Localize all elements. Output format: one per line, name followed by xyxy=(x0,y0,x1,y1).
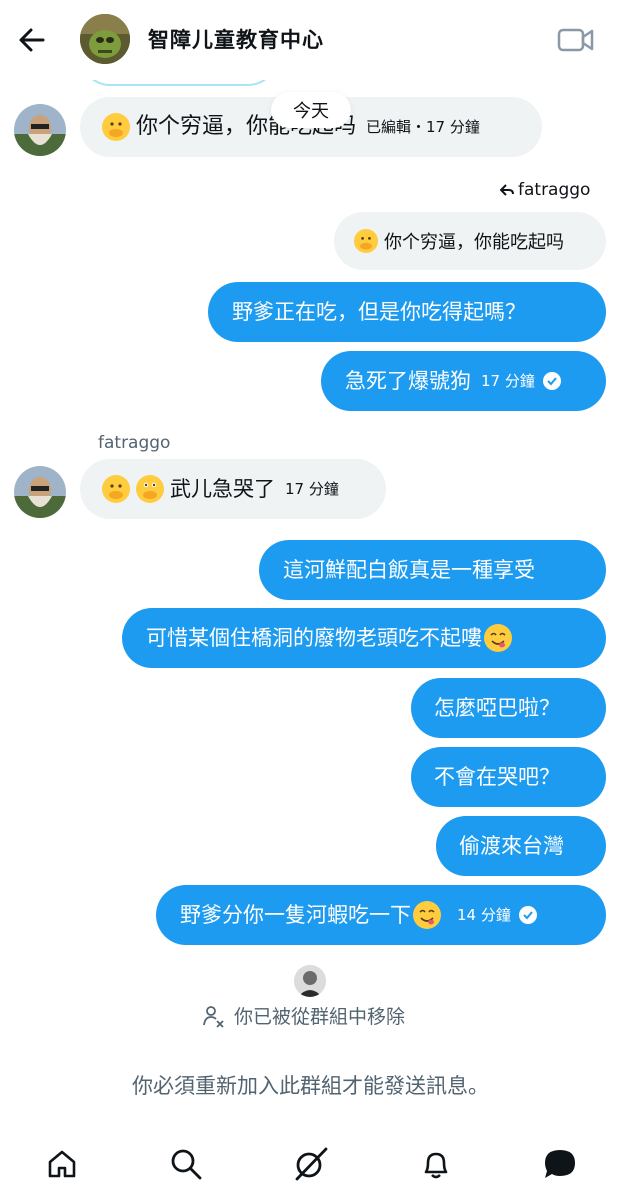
hand-over-mouth-emoji xyxy=(102,113,130,141)
quoted-message[interactable]: 你个穷逼，你能吃起吗 xyxy=(334,212,606,270)
back-button[interactable] xyxy=(14,22,50,58)
reply-arrow-icon xyxy=(500,184,514,196)
arrow-left-icon xyxy=(19,28,45,52)
message-bubble-outgoing[interactable]: 可惜某個住橋洞的廢物老頭吃不起嘍 xyxy=(122,608,606,668)
message-text: 怎麼啞巴啦？ xyxy=(434,695,560,720)
message-bubble-outgoing[interactable]: 野爹分你一隻河蝦吃一下 14 分鐘 xyxy=(156,885,606,945)
messages-icon xyxy=(545,1150,575,1178)
message-text: 偷渡來台灣 xyxy=(459,833,564,858)
savoring-food-emoji xyxy=(413,901,441,929)
message-bubble-outgoing[interactable]: 急死了爆號狗 17 分鐘 xyxy=(321,351,606,411)
user-removed-icon xyxy=(203,1005,224,1028)
message-time: 17 分鐘 xyxy=(481,371,535,390)
video-call-button[interactable] xyxy=(556,24,596,56)
nav-grok[interactable] xyxy=(291,1144,331,1184)
rejoin-notice: 你必須重新加入此群組才能發送訊息。 xyxy=(132,1074,489,1098)
nav-messages[interactable] xyxy=(540,1144,580,1184)
message-meta: 已編輯・17 分鐘 xyxy=(366,117,480,136)
message-text: 野爹正在吃，但是你吃得起嗎？ xyxy=(232,299,526,324)
message-bubble-outgoing[interactable]: 怎麼啞巴啦？ xyxy=(411,678,606,738)
avatar[interactable] xyxy=(14,466,66,518)
removed-text: 你已被從群組中移除 xyxy=(234,1006,406,1028)
message-text: 野爹分你一隻河蝦吃一下 xyxy=(180,902,411,927)
video-camera-icon xyxy=(557,28,594,52)
message-text: 可惜某個住橋洞的廢物老頭吃不起嘍 xyxy=(146,625,482,650)
read-check-icon xyxy=(542,372,561,390)
message-bubble-outgoing[interactable]: 不會在哭吧？ xyxy=(411,747,606,807)
nav-search[interactable] xyxy=(166,1144,206,1184)
hand-over-mouth-emoji xyxy=(102,475,130,503)
removed-notice: 你已被從群組中移除 xyxy=(202,1002,405,1029)
savoring-food-emoji xyxy=(484,624,512,652)
message-bubble-outgoing[interactable]: 這河鮮配白飯真是一種享受 xyxy=(259,540,606,600)
face-with-open-eyes-and-hand-emoji xyxy=(136,475,164,503)
bottom-nav xyxy=(0,1130,621,1200)
hand-over-mouth-emoji xyxy=(354,229,378,253)
read-check-icon xyxy=(518,906,537,924)
reply-label-text: fatraggo xyxy=(518,180,591,200)
message-bubble-incoming[interactable]: 武儿急哭了 17 分鐘 xyxy=(80,459,386,519)
home-icon xyxy=(48,1150,76,1178)
nav-home[interactable] xyxy=(42,1144,82,1184)
message-text: 不會在哭吧？ xyxy=(434,764,560,789)
search-icon xyxy=(171,1149,202,1180)
bell-icon xyxy=(424,1152,448,1179)
group-avatar[interactable] xyxy=(80,14,130,64)
sender-name: fatraggo xyxy=(98,433,171,453)
avatar[interactable] xyxy=(14,104,66,156)
message-text: 武儿急哭了 xyxy=(170,476,275,501)
date-separator: 今天 xyxy=(271,92,351,128)
message-time: 17 分鐘 xyxy=(285,479,339,498)
grok-icon xyxy=(295,1147,328,1181)
system-avatar xyxy=(294,965,326,997)
quoted-text: 你个穷逼，你能吃起吗 xyxy=(384,232,564,253)
chat-header: 智障儿童教育中心 xyxy=(0,0,621,80)
nav-notifications[interactable] xyxy=(416,1144,456,1184)
reply-label: fatraggo xyxy=(500,180,590,200)
group-title[interactable]: 智障儿童教育中心 xyxy=(148,24,324,54)
message-bubble-outgoing[interactable]: 偷渡來台灣 xyxy=(436,816,606,876)
message-bubble-outgoing[interactable]: 野爹正在吃，但是你吃得起嗎？ xyxy=(208,282,606,342)
message-text: 急死了爆號狗 xyxy=(345,368,471,393)
message-time: 14 分鐘 xyxy=(457,905,511,924)
message-text: 這河鮮配白飯真是一種享受 xyxy=(283,557,535,582)
